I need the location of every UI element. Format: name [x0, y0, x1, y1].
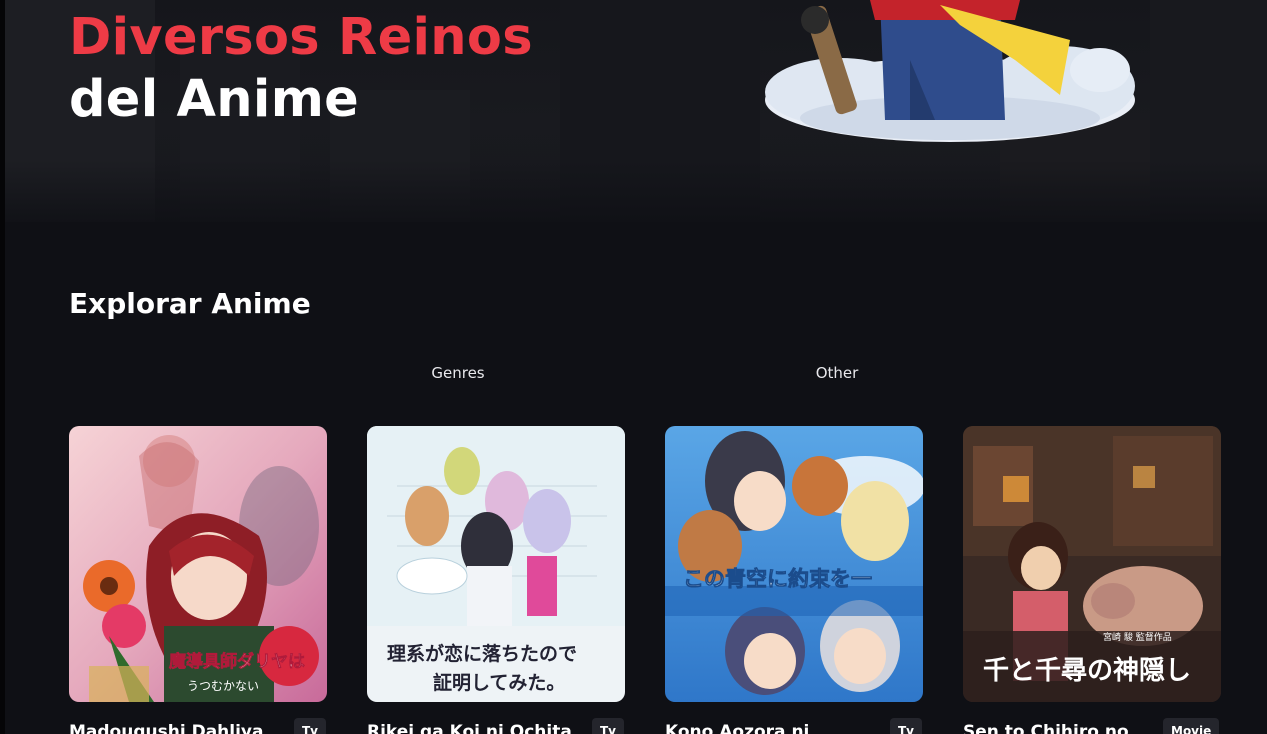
- anime-type-badge: Movie: [1163, 718, 1220, 734]
- poster-japanese-title: 理系が恋に落ちたので: [387, 642, 577, 665]
- poster-japanese-subtitle: うつむかない: [187, 679, 259, 693]
- anime-title[interactable]: Kono Aozora ni: [665, 718, 875, 734]
- poster-japanese-subtitle: 証明してみた。: [433, 671, 565, 694]
- anime-poster[interactable]: この青空に約束を一: [665, 426, 923, 702]
- anime-type-badge: Tv: [890, 718, 923, 734]
- hero-title-main: del Anime: [69, 70, 360, 129]
- poster-japanese-title: 魔導具師ダリヤは: [169, 651, 305, 672]
- poster-japanese-title: この青空に約束を一: [683, 567, 872, 591]
- tab-other[interactable]: Other: [806, 362, 868, 384]
- anime-card[interactable]: 宮崎 駿 監督作品 千と千尋の神隠し Sen to Chihiro no Mov…: [963, 426, 1221, 734]
- anime-title[interactable]: Rikei ga Koi ni Ochita: [367, 718, 577, 734]
- anime-card[interactable]: この青空に約束を一 Kono Aozora ni Tv: [665, 426, 923, 734]
- hero-title-accent: Diversos Reinos: [69, 8, 533, 67]
- anime-card[interactable]: 魔導具師ダリヤは うつむかない Madougushi Dahliya Tv: [69, 426, 327, 734]
- anime-poster[interactable]: 宮崎 駿 監督作品 千と千尋の神隠し: [963, 426, 1221, 702]
- anime-title[interactable]: Sen to Chihiro no: [963, 718, 1173, 734]
- anime-poster[interactable]: 魔導具師ダリヤは うつむかない: [69, 426, 327, 702]
- hero-character-illustration: [765, 0, 1135, 142]
- page-left-edge: [0, 0, 5, 734]
- hero-banner: Diversos Reinos del Anime: [0, 0, 1267, 222]
- anime-type-badge: Tv: [294, 718, 327, 734]
- poster-japanese-subtitle: 宮崎 駿 監督作品: [1103, 631, 1172, 643]
- tab-genres[interactable]: Genres: [420, 362, 496, 384]
- anime-title[interactable]: Madougushi Dahliya: [69, 718, 279, 734]
- hero-fade-overlay: [0, 160, 1267, 222]
- poster-japanese-title: 千と千尋の神隠し: [983, 656, 1191, 686]
- anime-type-badge: Tv: [592, 718, 625, 734]
- anime-card[interactable]: 理系が恋に落ちたので 証明してみた。 Rikei ga Koi ni Ochit…: [367, 426, 625, 734]
- explore-section-title: Explorar Anime: [69, 287, 311, 320]
- anime-poster[interactable]: 理系が恋に落ちたので 証明してみた。: [367, 426, 625, 702]
